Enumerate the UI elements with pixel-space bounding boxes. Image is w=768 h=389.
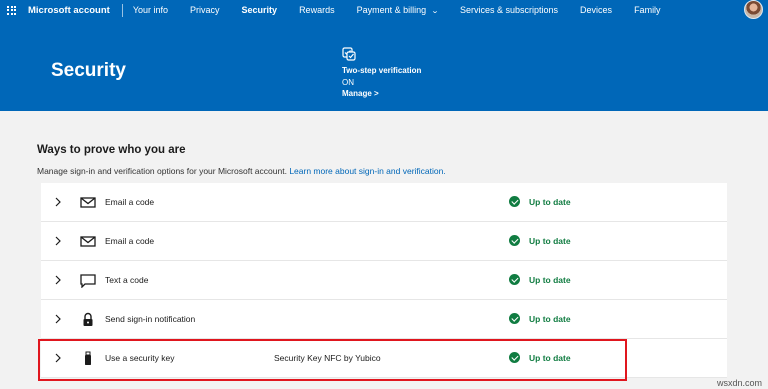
highlight-box bbox=[38, 339, 627, 381]
nav-payment-billing-label: Payment & billing bbox=[356, 5, 427, 15]
message-icon bbox=[80, 274, 96, 288]
nav-payment-billing[interactable]: Payment & billing ⌄ bbox=[356, 5, 440, 15]
method-row-notification[interactable]: Send sign-in notification Up to date bbox=[41, 300, 727, 339]
chevron-right-icon[interactable] bbox=[53, 314, 63, 324]
shield-check-icon bbox=[342, 47, 356, 61]
chevron-down-icon: ⌄ bbox=[430, 8, 440, 15]
status-badge: Up to date bbox=[509, 235, 571, 246]
method-label: Text a code bbox=[105, 275, 149, 285]
method-label: Send sign-in notification bbox=[105, 314, 196, 324]
nav-your-info[interactable]: Your info bbox=[133, 5, 168, 15]
status-badge: Up to date bbox=[509, 196, 571, 207]
status-text: Up to date bbox=[529, 196, 571, 207]
method-row-email-1[interactable]: Email a code Up to date bbox=[41, 183, 727, 222]
nav-rewards[interactable]: Rewards bbox=[299, 5, 335, 15]
nav-security[interactable]: Security bbox=[242, 5, 278, 15]
mail-icon bbox=[80, 197, 96, 208]
nav-devices[interactable]: Devices bbox=[580, 5, 612, 15]
brand-link[interactable]: Microsoft account bbox=[28, 5, 110, 16]
nav-privacy[interactable]: Privacy bbox=[190, 5, 220, 15]
status-text: Up to date bbox=[529, 313, 571, 324]
page-title: Security bbox=[51, 60, 126, 81]
check-circle-icon bbox=[509, 235, 520, 246]
check-circle-icon bbox=[509, 196, 520, 207]
two-step-manage-link[interactable]: Manage > bbox=[342, 88, 502, 100]
status-badge: Up to date bbox=[509, 274, 571, 285]
lock-icon bbox=[83, 312, 93, 326]
chevron-right-icon[interactable] bbox=[53, 275, 63, 285]
check-circle-icon bbox=[509, 274, 520, 285]
app-launcher-icon[interactable] bbox=[7, 5, 16, 15]
nav-family[interactable]: Family bbox=[634, 5, 661, 15]
nav-services-subscriptions[interactable]: Services & subscriptions bbox=[460, 5, 558, 15]
nav-divider bbox=[121, 3, 123, 17]
section-description: Manage sign-in and verification options … bbox=[37, 166, 446, 176]
method-label: Email a code bbox=[105, 236, 155, 246]
learn-more-link[interactable]: Learn more about sign-in and verificatio… bbox=[289, 166, 445, 176]
status-badge: Up to date bbox=[509, 313, 571, 324]
method-row-text[interactable]: Text a code Up to date bbox=[41, 261, 727, 300]
method-label: Email a code bbox=[105, 197, 155, 207]
check-circle-icon bbox=[509, 313, 520, 324]
two-step-status: ON bbox=[342, 77, 354, 87]
chevron-right-icon[interactable] bbox=[53, 236, 63, 246]
two-step-verification: Two-step verification ON Manage > bbox=[342, 65, 502, 100]
section-description-text: Manage sign-in and verification options … bbox=[37, 166, 287, 176]
avatar[interactable] bbox=[744, 0, 763, 19]
hero-banner: Security Two-step verification ON Manage… bbox=[0, 20, 768, 111]
watermark: wsxdn.com bbox=[716, 378, 762, 388]
section-title: Ways to prove who you are bbox=[37, 144, 186, 156]
top-nav: Microsoft account Your info Privacy Secu… bbox=[0, 0, 768, 20]
status-text: Up to date bbox=[529, 274, 571, 285]
mail-icon bbox=[80, 236, 96, 247]
two-step-title: Two-step verification bbox=[342, 66, 422, 75]
method-row-email-2[interactable]: Email a code Up to date bbox=[41, 222, 727, 261]
status-text: Up to date bbox=[529, 235, 571, 246]
chevron-right-icon[interactable] bbox=[53, 197, 63, 207]
